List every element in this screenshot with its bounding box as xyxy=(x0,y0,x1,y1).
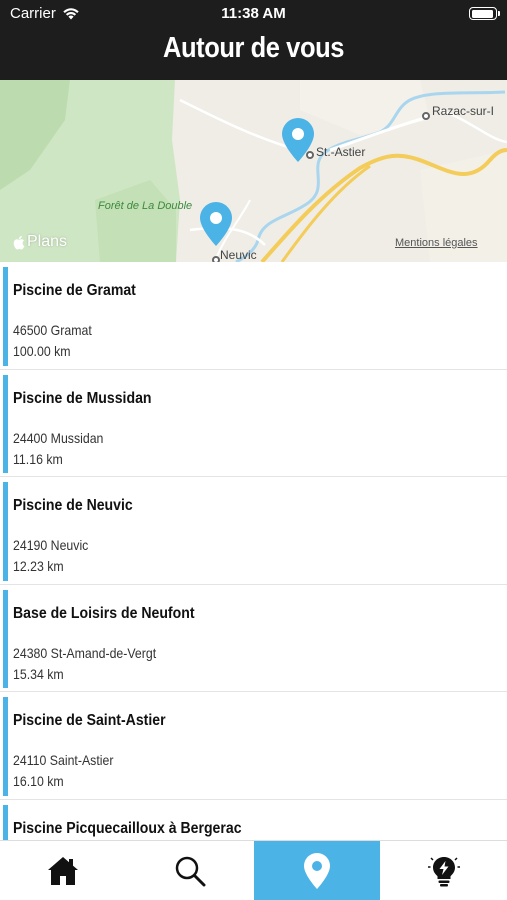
map-pin-icon xyxy=(303,853,330,889)
header: Carrier 11:38 AM Autour de vous xyxy=(0,0,507,80)
map-view[interactable]: Razac-sur-I St.-Astier Forêt de La Doubl… xyxy=(0,80,507,262)
carrier: Carrier xyxy=(10,5,80,22)
map-label-neuvic: Neuvic xyxy=(220,248,257,262)
pool-name: Piscine de Mussidan xyxy=(13,389,152,407)
pool-address: 24400 Mussidan xyxy=(13,429,104,446)
tab-search[interactable] xyxy=(127,841,254,900)
map-logo-label: Plans xyxy=(27,233,68,250)
list-item[interactable]: Piscine de Saint-Astier 24110 Saint-Asti… xyxy=(0,692,507,800)
list-item-accent xyxy=(3,589,8,688)
map-pin-marker[interactable] xyxy=(282,118,314,162)
battery-fill xyxy=(471,9,494,18)
list-item[interactable]: Piscine Picquecailloux à Bergerac xyxy=(0,800,507,840)
list-item-accent xyxy=(3,804,8,840)
search-icon xyxy=(175,856,206,887)
tab-bar xyxy=(0,840,507,900)
list-item-accent xyxy=(3,482,8,581)
map-background xyxy=(0,80,507,262)
pool-name: Piscine de Saint-Astier xyxy=(13,712,166,729)
apple-icon xyxy=(13,235,25,249)
list-item[interactable]: Base de Loisirs de Neufont 24380 St-Aman… xyxy=(0,585,507,692)
pool-distance: 100.00 km xyxy=(13,343,71,359)
page-title: Autour de vous xyxy=(162,32,344,64)
map-town-dot xyxy=(422,112,430,120)
list-item[interactable]: Piscine de Neuvic 24190 Neuvic 12.23 km xyxy=(0,477,507,585)
tab-home[interactable] xyxy=(0,841,127,900)
pool-address: 24110 Saint-Astier xyxy=(13,752,114,768)
list-item[interactable]: Piscine de Mussidan 24400 Mussidan 11.16… xyxy=(0,370,507,477)
pool-address: 24380 St-Amand-de-Vergt xyxy=(13,644,157,661)
list-item-accent xyxy=(3,697,8,796)
pool-name: Piscine de Gramat xyxy=(13,282,136,299)
map-provider-logo: Plans xyxy=(12,233,67,251)
pool-distance: 11.16 km xyxy=(13,450,63,467)
pool-name: Piscine Picquecailloux à Bergerac xyxy=(13,819,242,837)
battery-icon xyxy=(469,7,500,20)
pool-distance: 12.23 km xyxy=(13,558,64,574)
pool-address: 24190 Neuvic xyxy=(13,537,89,553)
pool-distance: 15.34 km xyxy=(13,665,64,682)
pool-distance: 16.10 km xyxy=(13,773,64,789)
list-item[interactable]: Piscine de Gramat 46500 Gramat 100.00 km xyxy=(0,262,507,370)
map-label-razac: Razac-sur-I xyxy=(432,104,495,118)
home-icon xyxy=(48,857,79,885)
wifi-icon xyxy=(63,8,79,20)
status-bar: Carrier 11:38 AM xyxy=(0,0,507,28)
map-legal-link[interactable]: Mentions légales xyxy=(395,237,478,249)
pool-list[interactable]: Piscine de Gramat 46500 Gramat 100.00 km… xyxy=(0,262,507,840)
lightbulb-icon xyxy=(427,857,460,887)
map-label-forest: Forêt de La Double xyxy=(98,200,193,212)
pool-name: Base de Loisirs de Neufont xyxy=(13,604,195,622)
map-label-st-astier: St.-Astier xyxy=(316,145,366,159)
tab-tips[interactable] xyxy=(380,841,507,900)
carrier-label: Carrier xyxy=(10,5,56,22)
list-item-accent xyxy=(3,267,8,366)
tab-around[interactable] xyxy=(253,841,381,900)
pool-address: 46500 Gramat xyxy=(13,322,92,338)
list-item-accent xyxy=(3,374,8,473)
map-pin-marker[interactable] xyxy=(200,202,232,246)
pool-name: Piscine de Neuvic xyxy=(13,497,133,514)
